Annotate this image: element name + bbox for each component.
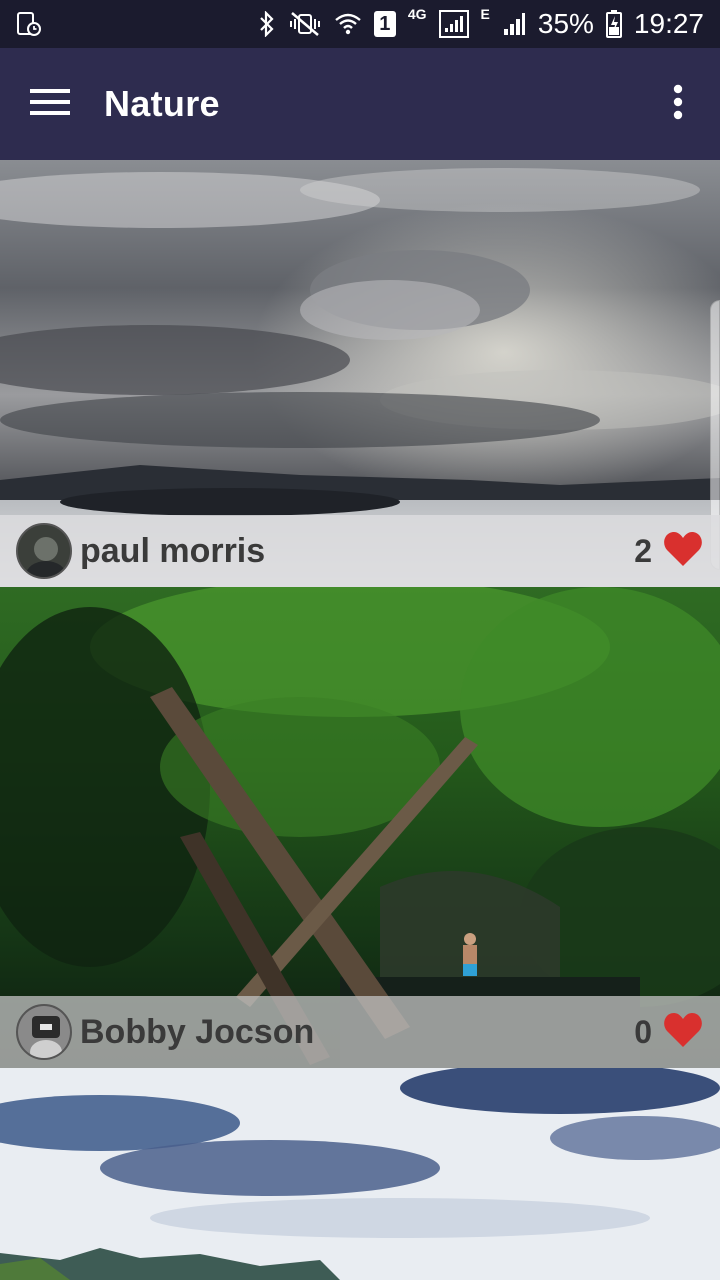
clock: 19:27	[633, 8, 704, 39]
author-name[interactable]: Bobby Jocson	[80, 1013, 314, 1052]
network-e-label: E	[480, 6, 490, 22]
avatar[interactable]	[16, 1004, 72, 1060]
wifi-icon	[334, 11, 362, 37]
photo-card[interactable]	[0, 1068, 720, 1280]
status-right: 1 4G E 35% 19:27	[258, 6, 704, 40]
photo-feed[interactable]: paul morris 2 Bobby Jocson 0	[0, 160, 720, 1280]
card-footer: paul morris 2	[0, 515, 720, 587]
heart-icon	[663, 1012, 703, 1053]
likes: 0	[634, 1012, 704, 1052]
status-bar: 1 4G E 35% 19:27	[0, 0, 720, 48]
avatar[interactable]	[16, 523, 72, 579]
likes: 2	[634, 531, 704, 571]
hamburger-menu-button[interactable]	[26, 80, 74, 128]
battery-percent: 35%	[537, 8, 594, 39]
battery-charging-icon	[605, 10, 622, 38]
bluetooth-icon	[258, 11, 276, 37]
signal-icon-2	[502, 11, 526, 37]
page-title: Nature	[104, 83, 220, 124]
like-count: 0	[634, 1013, 652, 1050]
like-button[interactable]	[662, 1012, 704, 1052]
author-name[interactable]: paul morris	[80, 532, 265, 571]
photo-mountain-sky[interactable]	[0, 1068, 720, 1280]
vibrate-mute-icon	[288, 11, 322, 37]
photo-card[interactable]: Bobby Jocson 0	[0, 587, 720, 1068]
device-schedule-icon	[16, 11, 42, 37]
sim-slot-badge: 1	[373, 11, 396, 37]
like-count: 2	[634, 532, 652, 569]
network-4g-label: 4G	[407, 6, 427, 22]
status-left	[16, 11, 42, 37]
signal-icon	[438, 10, 469, 38]
overflow-menu-button[interactable]	[660, 80, 696, 128]
hamburger-menu-icon	[30, 88, 70, 121]
more-vert-icon	[673, 84, 683, 125]
app-bar: Nature	[0, 48, 720, 160]
card-footer: Bobby Jocson 0	[0, 996, 720, 1068]
photo-card[interactable]: paul morris 2	[0, 160, 720, 587]
heart-icon	[663, 531, 703, 572]
like-button[interactable]	[662, 531, 704, 571]
